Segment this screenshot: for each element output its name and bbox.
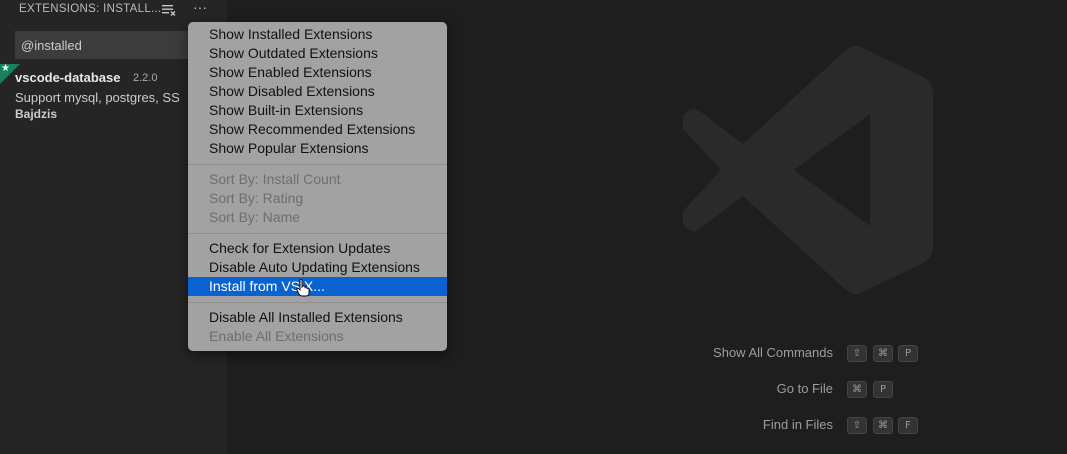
menu-item-show-popular[interactable]: Show Popular Extensions <box>188 139 447 158</box>
shortcut-label: Go to File <box>776 381 833 396</box>
extension-description: Support mysql, postgres, SS <box>15 90 180 105</box>
extensions-search-input[interactable] <box>15 31 205 59</box>
menu-item-check-updates[interactable]: Check for Extension Updates <box>188 239 447 258</box>
shortcut-label: Find in Files <box>762 417 833 432</box>
menu-item-install-from-vsix[interactable]: Install from VSIX... <box>188 277 447 296</box>
menu-item-show-builtin[interactable]: Show Built-in Extensions <box>188 101 447 120</box>
sidebar-header: EXTENSIONS: INSTALL... ··· <box>0 0 227 20</box>
shift-key: ⇧ <box>847 345 867 362</box>
star-icon: ★ <box>1 63 10 74</box>
shortcut-label: Show All Commands <box>713 345 833 360</box>
more-actions-menu: Show Installed Extensions Show Outdated … <box>188 22 447 351</box>
clear-all-icon[interactable] <box>161 3 177 17</box>
extension-version: 2.2.0 <box>133 72 158 84</box>
menu-separator <box>188 164 447 165</box>
menu-item-show-installed[interactable]: Show Installed Extensions <box>188 25 447 44</box>
menu-item-show-recommended[interactable]: Show Recommended Extensions <box>188 120 447 139</box>
menu-item-show-outdated[interactable]: Show Outdated Extensions <box>188 44 447 63</box>
extension-name: vscode-database <box>15 70 121 85</box>
hand-cursor-icon <box>296 279 310 297</box>
shift-key: ⇧ <box>847 417 867 434</box>
shortcut-go-to-file: Go to File ⌘ P <box>600 380 920 400</box>
menu-item-sort-name: Sort By: Name <box>209 209 301 225</box>
shortcut-find-in-files: Find in Files ⇧ ⌘ F <box>600 416 920 436</box>
menu-item-enable-all: Enable All Extensions <box>209 328 344 344</box>
menu-item-disable-auto-update[interactable]: Disable Auto Updating Extensions <box>188 258 447 277</box>
ellipsis-icon[interactable]: ··· <box>193 0 209 16</box>
vscode-logo-icon <box>683 46 933 294</box>
menu-separator <box>188 302 447 303</box>
sidebar-title: EXTENSIONS: INSTALL... <box>19 3 162 15</box>
menu-item-sort-install-count: Sort By: Install Count <box>209 171 341 187</box>
cmd-key: ⌘ <box>873 417 893 434</box>
cmd-key: ⌘ <box>873 345 893 362</box>
p-key: P <box>873 381 893 398</box>
shortcut-show-all-commands: Show All Commands ⇧ ⌘ P <box>600 344 920 364</box>
p-key: P <box>898 345 918 362</box>
menu-item-show-disabled[interactable]: Show Disabled Extensions <box>188 82 447 101</box>
cmd-key: ⌘ <box>847 381 867 398</box>
menu-item-sort-rating: Sort By: Rating <box>209 190 304 206</box>
extension-author: Bajdzis <box>15 107 58 121</box>
menu-item-disable-all[interactable]: Disable All Installed Extensions <box>188 308 447 327</box>
menu-item-show-enabled[interactable]: Show Enabled Extensions <box>188 63 447 82</box>
menu-separator <box>188 233 447 234</box>
f-key: F <box>898 417 918 434</box>
